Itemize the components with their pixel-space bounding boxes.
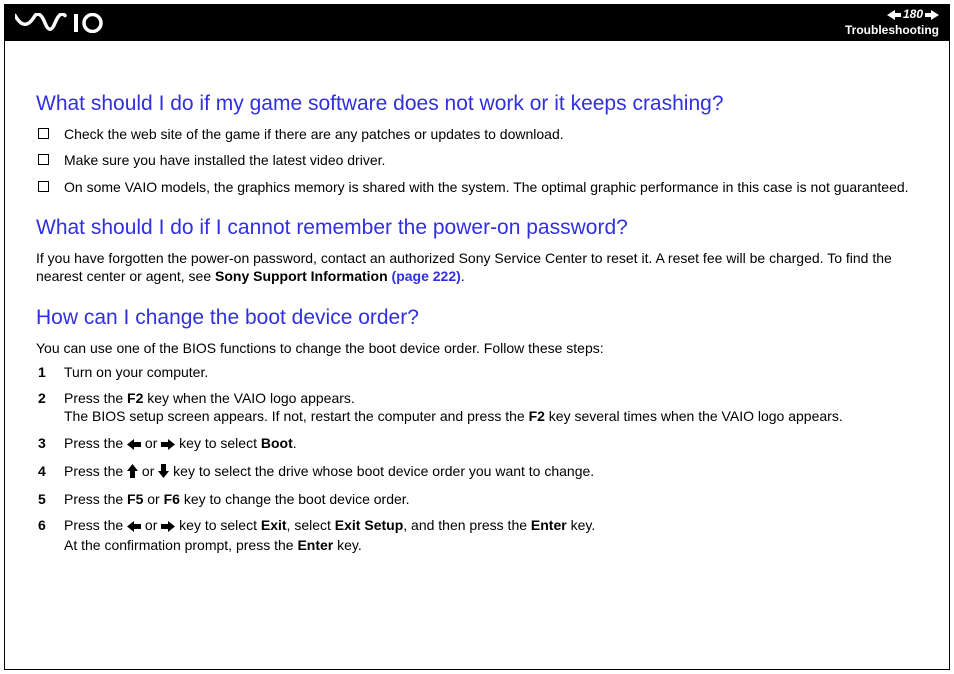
text: key several times when the VAIO logo app… xyxy=(545,408,843,424)
text: key. xyxy=(333,537,362,553)
list-item: Press the or key to select the drive who… xyxy=(36,462,926,482)
text: , select xyxy=(287,517,335,533)
q3-steps: Turn on your computer. Press the F2 key … xyxy=(36,363,926,555)
key-label: F6 xyxy=(164,491,180,507)
exit-label: Exit xyxy=(261,517,287,533)
list-item: Check the web site of the game if there … xyxy=(36,125,926,143)
text: The BIOS setup screen appears. If not, r… xyxy=(64,408,529,424)
enter-label: Enter xyxy=(297,537,333,553)
text: key. xyxy=(567,517,596,533)
boot-label: Boot xyxy=(261,435,293,451)
arrow-right-icon xyxy=(161,518,175,536)
text: key to change the boot device order. xyxy=(180,491,410,507)
text: or xyxy=(141,517,161,533)
list-item: Press the F2 key when the VAIO logo appe… xyxy=(36,389,926,425)
key-label: F5 xyxy=(127,491,143,507)
heading-q3: How can I change the boot device order? xyxy=(36,304,926,331)
arrow-down-icon xyxy=(158,464,169,482)
arrow-right-icon xyxy=(161,436,175,454)
text: , and then press the xyxy=(403,517,531,533)
vaio-logo xyxy=(15,13,105,33)
text: Turn on your computer. xyxy=(64,364,208,380)
text: or xyxy=(141,435,161,451)
text: key to select xyxy=(175,435,261,451)
section-label: Troubleshooting xyxy=(845,23,939,39)
text: key when the VAIO logo appears. xyxy=(143,390,354,406)
heading-q1: What should I do if my game software doe… xyxy=(36,90,926,117)
q2-paragraph: If you have forgotten the power-on passw… xyxy=(36,249,926,285)
text: key to select the drive whose boot devic… xyxy=(169,463,594,479)
list-item: Press the or key to select Boot. xyxy=(36,434,926,454)
text: . xyxy=(293,435,297,451)
text: Press the xyxy=(64,463,127,479)
arrow-left-icon xyxy=(127,436,141,454)
text: At the confirmation prompt, press the xyxy=(64,537,297,553)
key-label: F2 xyxy=(529,408,545,424)
list-item: Press the or key to select Exit, select … xyxy=(36,516,926,554)
text: or xyxy=(138,463,158,479)
list-item: Turn on your computer. xyxy=(36,363,926,381)
heading-q2: What should I do if I cannot remember th… xyxy=(36,214,926,241)
page-nav: 180 xyxy=(887,7,939,23)
nav-prev-icon[interactable] xyxy=(887,10,901,20)
text: or xyxy=(143,491,163,507)
key-label: F2 xyxy=(127,390,143,406)
header-right: 180 Troubleshooting xyxy=(845,7,939,38)
enter-label: Enter xyxy=(531,517,567,533)
text: key to select xyxy=(175,517,261,533)
text: . xyxy=(461,268,465,284)
text: Press the xyxy=(64,435,127,451)
arrow-left-icon xyxy=(127,518,141,536)
text: Press the xyxy=(64,517,127,533)
content: What should I do if my game software doe… xyxy=(36,90,926,563)
q1-bullet-list: Check the web site of the game if there … xyxy=(36,125,926,196)
header-bar: 180 Troubleshooting xyxy=(5,5,949,41)
exit-setup-label: Exit Setup xyxy=(335,517,403,533)
arrow-up-icon xyxy=(127,464,138,482)
nav-next-icon[interactable] xyxy=(925,10,939,20)
text: Press the xyxy=(64,491,127,507)
text: Press the xyxy=(64,390,127,406)
q3-intro: You can use one of the BIOS functions to… xyxy=(36,339,926,357)
list-item: Make sure you have installed the latest … xyxy=(36,151,926,169)
page-number: 180 xyxy=(903,7,923,23)
sony-support-label: Sony Support Information xyxy=(215,268,392,284)
list-item: On some VAIO models, the graphics memory… xyxy=(36,178,926,196)
list-item: Press the F5 or F6 key to change the boo… xyxy=(36,490,926,508)
page-link[interactable]: (page 222) xyxy=(392,268,461,284)
